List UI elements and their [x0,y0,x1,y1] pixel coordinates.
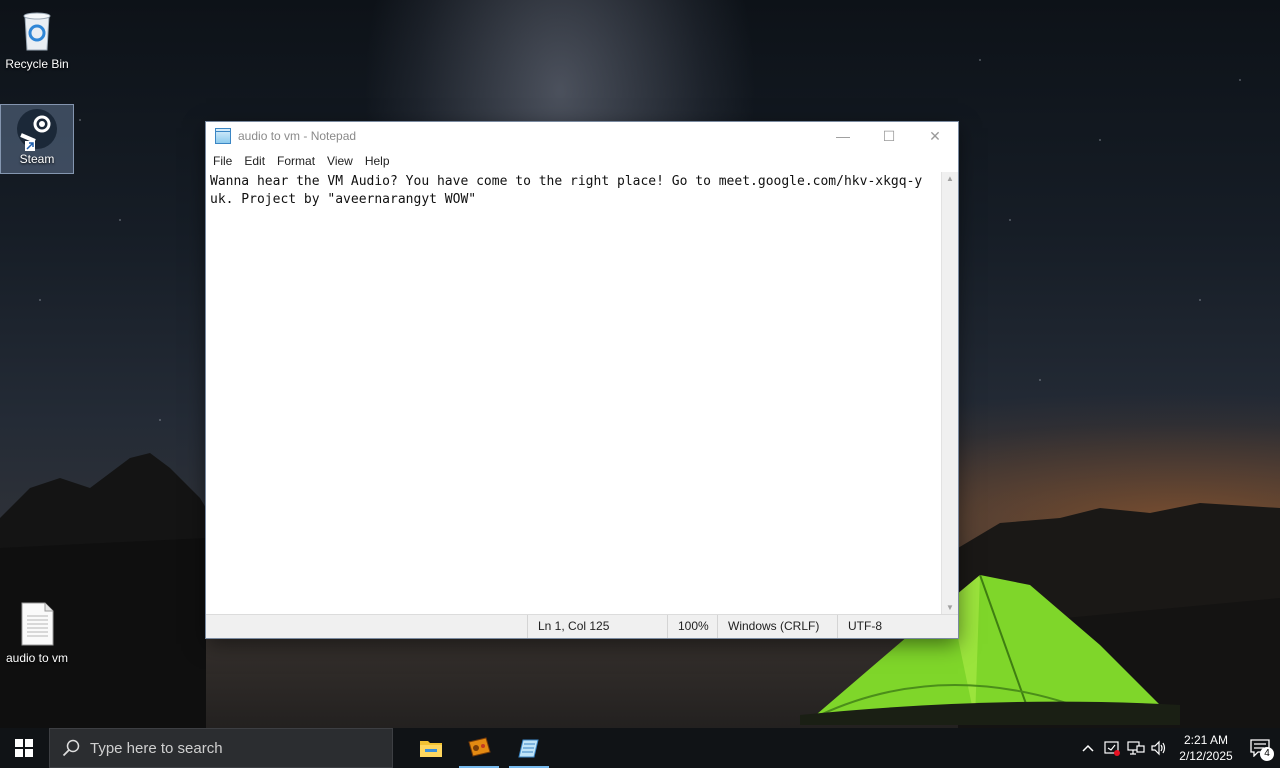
text-editor[interactable]: Wanna hear the VM Audio? You have come t… [206,172,942,615]
minimize-icon: — [836,128,850,144]
steam-icon [17,109,57,151]
taskbar-file-explorer[interactable] [411,728,451,768]
notepad-window[interactable]: audio to vm - Notepad — ☐ ✕ File Edit Fo… [206,122,958,638]
line-ending: Windows (CRLF) [717,615,836,638]
text-file-icon [21,602,54,646]
chevron-up-icon [1082,744,1094,752]
document-text[interactable]: Wanna hear the VM Audio? You have come t… [206,172,930,210]
desktop-icon-steam[interactable]: Steam [0,104,74,174]
vertical-scrollbar[interactable]: ▲ ▼ [941,172,958,615]
desktop-icon-audio-to-vm[interactable]: audio to vm [1,602,73,668]
clock-time: 2:21 AM [1183,733,1229,747]
menu-format[interactable]: Format [271,151,321,171]
recycle-bin-icon [23,12,51,51]
taskbar: Type here to search 2:21 AM 2/12/2025 4 [0,728,1280,768]
maximize-button[interactable]: ☐ [866,122,912,150]
network-icon [1127,741,1145,755]
desktop-icon-label: Recycle Bin [5,57,69,71]
menu-file[interactable]: File [207,151,238,171]
clock-date: 2/12/2025 [1179,749,1233,763]
desktop-icon-recycle-bin[interactable]: Recycle Bin [1,4,73,74]
window-title: audio to vm - Notepad [238,129,357,143]
menu-bar: File Edit Format View Help [206,150,958,172]
scroll-down-icon[interactable]: ▼ [942,601,958,615]
taskbar-search[interactable]: Type here to search [49,728,393,768]
security-icon [1104,741,1120,756]
file-explorer-icon [420,741,442,757]
menu-view[interactable]: View [321,151,359,171]
tray-network[interactable] [1124,728,1148,768]
close-button[interactable]: ✕ [912,122,958,150]
desktop-icon-label: Steam [19,152,55,166]
show-hidden-icons-button[interactable] [1076,728,1100,768]
maximize-icon: ☐ [882,127,896,144]
action-center-button[interactable]: 4 [1240,728,1280,768]
encoding: UTF-8 [837,615,948,638]
system-tray: 2:21 AM 2/12/2025 4 [1076,728,1280,768]
tray-volume[interactable] [1148,728,1172,768]
menu-help[interactable]: Help [359,151,396,171]
volume-icon [1151,740,1166,756]
gamepad-app-icon [468,737,491,757]
tray-security[interactable] [1100,728,1124,768]
search-icon [62,739,80,757]
desktop-icon-label: audio to vm [5,651,69,665]
taskbar-notepad[interactable] [509,728,549,768]
zoom-level: 100% [667,615,716,638]
menu-edit[interactable]: Edit [238,151,271,171]
notepad-icon [215,128,231,144]
minimize-button[interactable]: — [820,122,866,150]
taskbar-clock[interactable]: 2:21 AM 2/12/2025 [1172,732,1240,764]
notepad-icon [518,739,539,758]
close-icon: ✕ [929,127,941,144]
start-button[interactable] [0,728,48,768]
status-bar: Ln 1, Col 125 100% Windows (CRLF) UTF-8 [206,614,958,638]
taskbar-gamepad-app[interactable] [459,728,499,768]
cursor-position: Ln 1, Col 125 [527,615,666,638]
windows-logo-icon [15,739,33,757]
scroll-up-icon[interactable]: ▲ [942,172,958,186]
title-bar[interactable]: audio to vm - Notepad — ☐ ✕ [206,122,958,150]
search-placeholder: Type here to search [90,739,223,757]
notification-count-badge: 4 [1260,747,1274,761]
